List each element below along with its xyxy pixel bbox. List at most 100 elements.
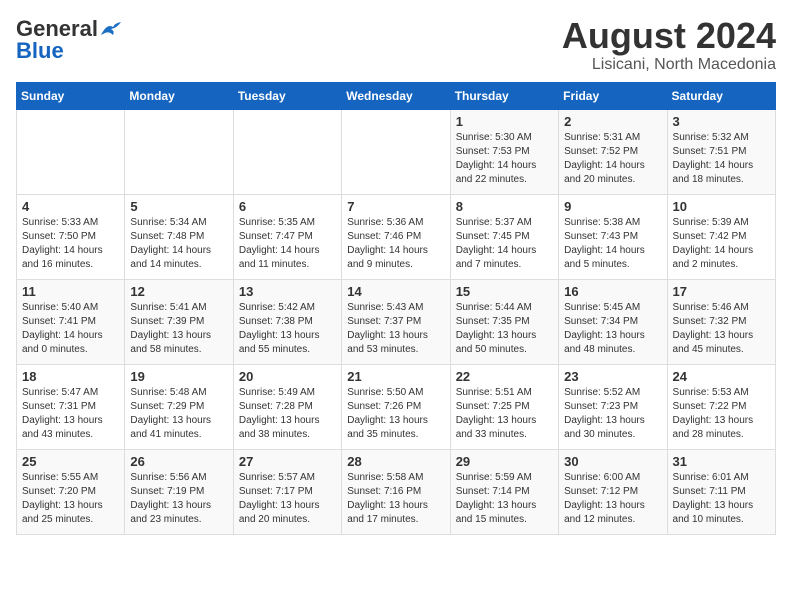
day-number: 14 (347, 284, 444, 299)
day-number: 10 (673, 199, 770, 214)
calendar-cell: 19 Sunrise: 5:48 AM Sunset: 7:29 PM Dayli… (125, 364, 233, 449)
day-info: Sunrise: 5:46 AM Sunset: 7:32 PM Dayligh… (673, 301, 770, 357)
calendar-cell: 27 Sunrise: 5:57 AM Sunset: 7:17 PM Dayli… (233, 449, 341, 534)
weekday-header-saturday: Saturday (667, 82, 775, 109)
day-info: Sunrise: 5:47 AM Sunset: 7:31 PM Dayligh… (22, 386, 119, 442)
day-number: 1 (456, 114, 553, 129)
calendar-cell: 28Sunrise: 5:58 AM Sunset: 7:16 PM Dayli… (342, 449, 450, 534)
day-number: 12 (130, 284, 227, 299)
day-number: 25 (22, 454, 119, 469)
day-info: Sunrise: 5:30 AM Sunset: 7:53 PM Dayligh… (456, 131, 553, 187)
calendar-cell: 26 Sunrise: 5:56 AM Sunset: 7:19 PM Dayli… (125, 449, 233, 534)
day-number: 20 (239, 369, 336, 384)
day-info: Sunrise: 5:31 AM Sunset: 7:52 PM Dayligh… (564, 131, 661, 187)
day-number: 8 (456, 199, 553, 214)
weekday-header-friday: Friday (559, 82, 667, 109)
day-info: Sunrise: 5:40 AM Sunset: 7:41 PM Dayligh… (22, 301, 119, 357)
page-title: August 2024 (562, 16, 776, 56)
day-number: 4 (22, 199, 119, 214)
calendar-cell (342, 109, 450, 194)
weekday-header-monday: Monday (125, 82, 233, 109)
title-area: August 2024 Lisicani, North Macedonia (562, 16, 776, 74)
day-number: 22 (456, 369, 553, 384)
day-info: Sunrise: 5:51 AM Sunset: 7:25 PM Dayligh… (456, 386, 553, 442)
weekday-header-thursday: Thursday (450, 82, 558, 109)
day-info: Sunrise: 6:01 AM Sunset: 7:11 PM Dayligh… (673, 471, 770, 527)
page-subtitle: Lisicani, North Macedonia (562, 56, 776, 74)
week-row-1: 1 Sunrise: 5:30 AM Sunset: 7:53 PM Daylig… (17, 109, 776, 194)
day-info: Sunrise: 5:34 AM Sunset: 7:48 PM Dayligh… (130, 216, 227, 272)
day-info: Sunrise: 5:53 AM Sunset: 7:22 PM Dayligh… (673, 386, 770, 442)
calendar-cell: 6 Sunrise: 5:35 AM Sunset: 7:47 PM Daylig… (233, 194, 341, 279)
calendar-cell (233, 109, 341, 194)
day-number: 31 (673, 454, 770, 469)
calendar-cell: 24 Sunrise: 5:53 AM Sunset: 7:22 PM Dayli… (667, 364, 775, 449)
logo-blue-text: Blue (16, 38, 64, 64)
day-info: Sunrise: 5:48 AM Sunset: 7:29 PM Dayligh… (130, 386, 227, 442)
calendar-cell: 4 Sunrise: 5:33 AM Sunset: 7:50 PM Daylig… (17, 194, 125, 279)
day-info: Sunrise: 5:42 AM Sunset: 7:38 PM Dayligh… (239, 301, 336, 357)
day-number: 11 (22, 284, 119, 299)
calendar-cell: 2Sunrise: 5:31 AM Sunset: 7:52 PM Daylig… (559, 109, 667, 194)
calendar-cell (125, 109, 233, 194)
day-number: 18 (22, 369, 119, 384)
day-number: 17 (673, 284, 770, 299)
day-number: 21 (347, 369, 444, 384)
day-info: Sunrise: 5:35 AM Sunset: 7:47 PM Dayligh… (239, 216, 336, 272)
day-info: Sunrise: 5:33 AM Sunset: 7:50 PM Dayligh… (22, 216, 119, 272)
day-info: Sunrise: 5:56 AM Sunset: 7:19 PM Dayligh… (130, 471, 227, 527)
day-number: 13 (239, 284, 336, 299)
day-number: 26 (130, 454, 227, 469)
day-number: 23 (564, 369, 661, 384)
calendar-cell: 21 Sunrise: 5:50 AM Sunset: 7:26 PM Dayli… (342, 364, 450, 449)
day-info: Sunrise: 5:43 AM Sunset: 7:37 PM Dayligh… (347, 301, 444, 357)
day-info: Sunrise: 5:39 AM Sunset: 7:42 PM Dayligh… (673, 216, 770, 272)
week-row-5: 25Sunrise: 5:55 AM Sunset: 7:20 PM Dayli… (17, 449, 776, 534)
calendar-cell: 31 Sunrise: 6:01 AM Sunset: 7:11 PM Dayli… (667, 449, 775, 534)
day-number: 5 (130, 199, 227, 214)
day-info: Sunrise: 5:36 AM Sunset: 7:46 PM Dayligh… (347, 216, 444, 272)
calendar-cell: 3Sunrise: 5:32 AM Sunset: 7:51 PM Daylig… (667, 109, 775, 194)
day-number: 19 (130, 369, 227, 384)
page-header: General Blue August 2024 Lisicani, North… (16, 16, 776, 74)
calendar-cell: 1 Sunrise: 5:30 AM Sunset: 7:53 PM Daylig… (450, 109, 558, 194)
calendar-cell: 30Sunrise: 6:00 AM Sunset: 7:12 PM Dayli… (559, 449, 667, 534)
calendar-table: SundayMondayTuesdayWednesdayThursdayFrid… (16, 82, 776, 535)
calendar-cell: 29Sunrise: 5:59 AM Sunset: 7:14 PM Dayli… (450, 449, 558, 534)
calendar-cell: 7 Sunrise: 5:36 AM Sunset: 7:46 PM Daylig… (342, 194, 450, 279)
weekday-header-wednesday: Wednesday (342, 82, 450, 109)
calendar-cell: 18 Sunrise: 5:47 AM Sunset: 7:31 PM Dayli… (17, 364, 125, 449)
day-number: 15 (456, 284, 553, 299)
day-number: 9 (564, 199, 661, 214)
day-number: 6 (239, 199, 336, 214)
day-info: Sunrise: 5:59 AM Sunset: 7:14 PM Dayligh… (456, 471, 553, 527)
day-info: Sunrise: 5:45 AM Sunset: 7:34 PM Dayligh… (564, 301, 661, 357)
day-number: 27 (239, 454, 336, 469)
day-number: 3 (673, 114, 770, 129)
calendar-cell: 22 Sunrise: 5:51 AM Sunset: 7:25 PM Dayli… (450, 364, 558, 449)
calendar-cell: 23 Sunrise: 5:52 AM Sunset: 7:23 PM Dayli… (559, 364, 667, 449)
calendar-cell: 10 Sunrise: 5:39 AM Sunset: 7:42 PM Dayli… (667, 194, 775, 279)
calendar-cell (17, 109, 125, 194)
logo: General Blue (16, 16, 121, 64)
day-info: Sunrise: 5:57 AM Sunset: 7:17 PM Dayligh… (239, 471, 336, 527)
day-number: 24 (673, 369, 770, 384)
calendar-cell: 16Sunrise: 5:45 AM Sunset: 7:34 PM Dayli… (559, 279, 667, 364)
week-row-4: 18 Sunrise: 5:47 AM Sunset: 7:31 PM Dayli… (17, 364, 776, 449)
day-info: Sunrise: 5:52 AM Sunset: 7:23 PM Dayligh… (564, 386, 661, 442)
day-number: 30 (564, 454, 661, 469)
day-number: 28 (347, 454, 444, 469)
day-info: Sunrise: 5:44 AM Sunset: 7:35 PM Dayligh… (456, 301, 553, 357)
weekday-header-tuesday: Tuesday (233, 82, 341, 109)
day-info: Sunrise: 5:50 AM Sunset: 7:26 PM Dayligh… (347, 386, 444, 442)
day-number: 7 (347, 199, 444, 214)
logo-bird-icon (99, 21, 121, 39)
calendar-cell: 15 Sunrise: 5:44 AM Sunset: 7:35 PM Dayli… (450, 279, 558, 364)
calendar-cell: 11 Sunrise: 5:40 AM Sunset: 7:41 PM Dayli… (17, 279, 125, 364)
day-info: Sunrise: 5:41 AM Sunset: 7:39 PM Dayligh… (130, 301, 227, 357)
calendar-cell: 12 Sunrise: 5:41 AM Sunset: 7:39 PM Dayli… (125, 279, 233, 364)
calendar-cell: 8Sunrise: 5:37 AM Sunset: 7:45 PM Daylig… (450, 194, 558, 279)
calendar-cell: 25Sunrise: 5:55 AM Sunset: 7:20 PM Dayli… (17, 449, 125, 534)
week-row-3: 11 Sunrise: 5:40 AM Sunset: 7:41 PM Dayli… (17, 279, 776, 364)
calendar-cell: 14 Sunrise: 5:43 AM Sunset: 7:37 PM Dayli… (342, 279, 450, 364)
